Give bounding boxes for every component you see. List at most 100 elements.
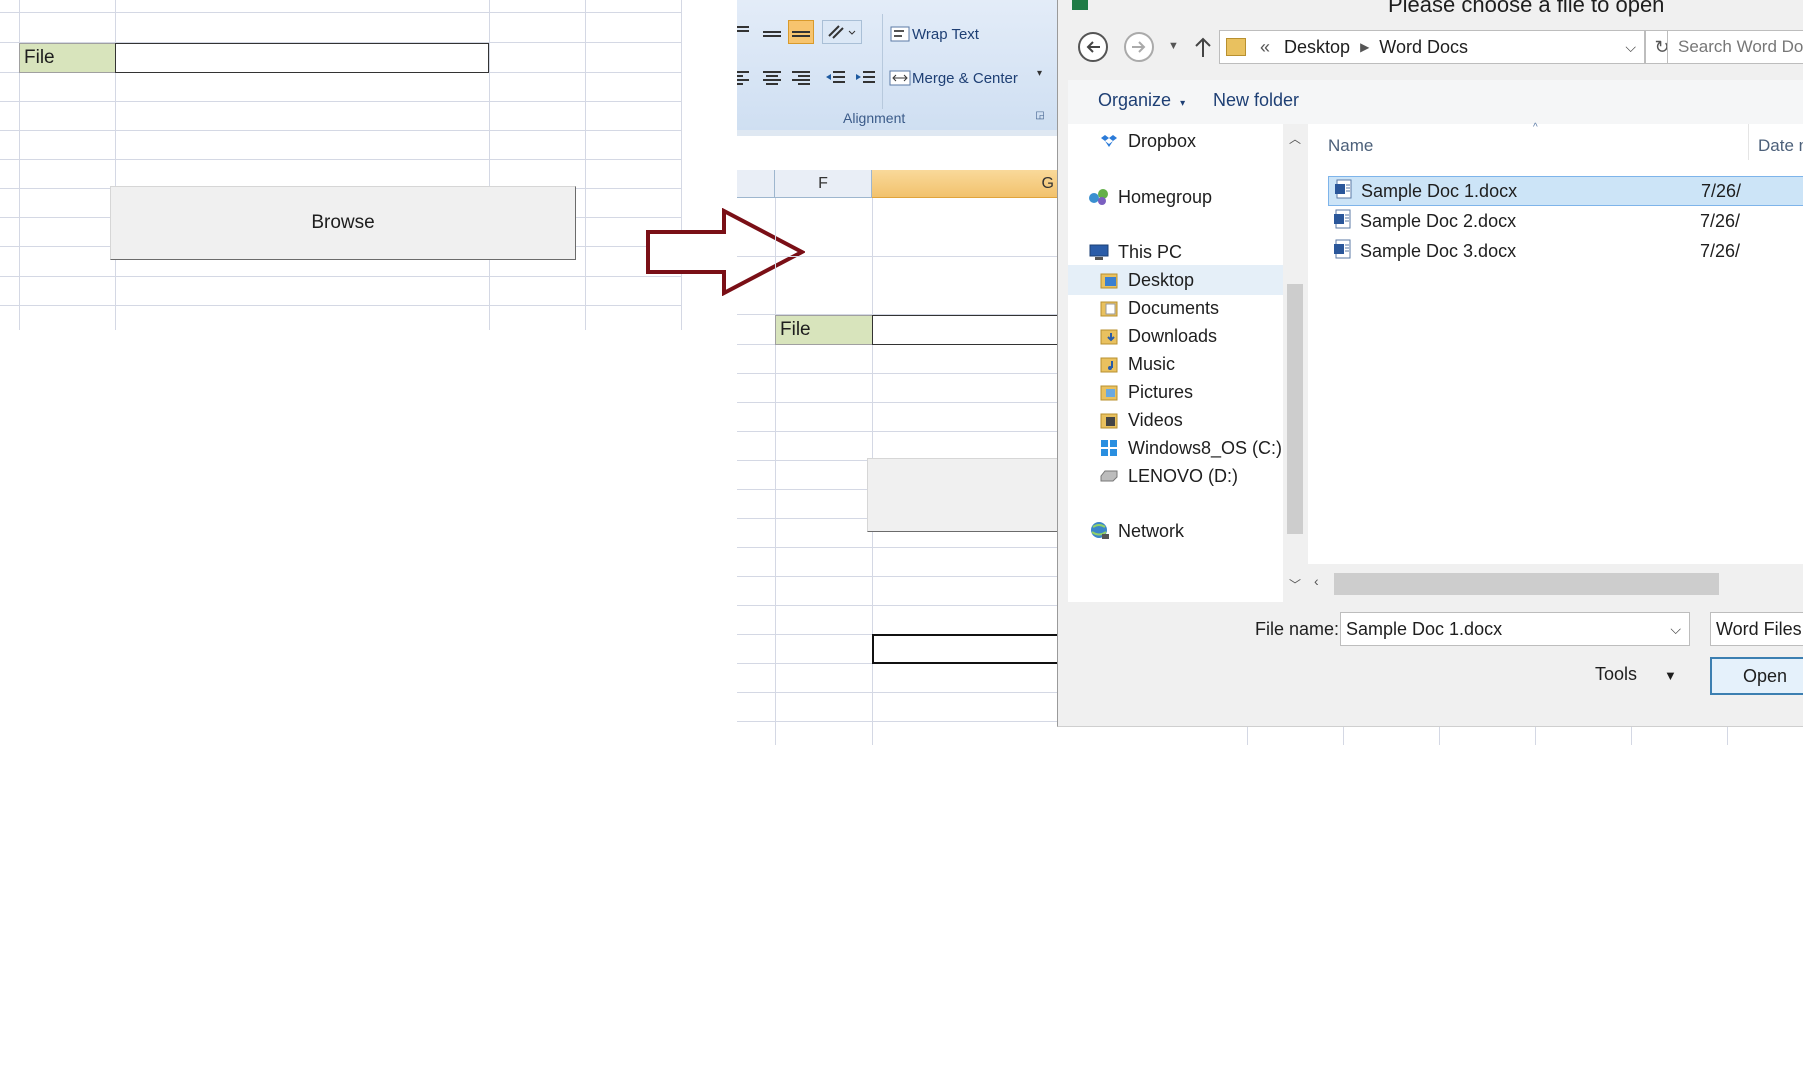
gridline [0, 276, 681, 277]
align-top-button[interactable] [737, 20, 753, 44]
nav-item-pictures[interactable]: Pictures [1098, 377, 1193, 407]
scroll-up-icon[interactable]: ︿ [1289, 130, 1301, 147]
desktop-folder-icon [1098, 270, 1120, 290]
file-name-label: File name: [1255, 619, 1340, 639]
nav-item-documents[interactable]: Documents [1098, 293, 1219, 323]
excel-window: Wrap Text Merge & Center ▾ Alignment ◲ F… [737, 0, 1057, 745]
videos-folder-icon [1098, 410, 1120, 430]
nav-item-videos[interactable]: Videos [1098, 405, 1183, 435]
nav-item-network[interactable]: Network [1088, 516, 1184, 546]
wrap-text-button[interactable]: Wrap Text [912, 26, 979, 43]
nav-item-lenovo[interactable]: LENOVO (D:) [1098, 461, 1238, 491]
align-center-button[interactable] [759, 66, 785, 90]
file-row[interactable]: Sample Doc 1.docx 7/26/ [1328, 176, 1803, 206]
file-label-cell: File [775, 315, 873, 345]
file-name-input[interactable]: Sample Doc 1.docx ⌵ [1340, 612, 1690, 646]
breadcrumb-overflow[interactable]: « [1260, 37, 1270, 58]
merge-center-button[interactable]: Merge & Center [912, 70, 1018, 87]
file-name: Sample Doc 3.docx [1360, 240, 1517, 261]
column-header-e[interactable] [737, 170, 775, 198]
breadcrumb-word-docs[interactable]: Word Docs [1379, 37, 1468, 58]
active-cell[interactable] [872, 634, 1057, 664]
nav-label: Desktop [1128, 269, 1195, 290]
tools-dropdown-icon: ▼ [1664, 668, 1677, 683]
navigation-pane: Dropbox Homegroup This PC Desktop Docume… [1068, 124, 1283, 602]
documents-folder-icon [1098, 298, 1120, 318]
nav-scrollbar[interactable]: ︿ ﹀ [1283, 124, 1307, 602]
tools-button[interactable]: Tools ▼ [1595, 664, 1677, 685]
decrease-indent-button[interactable] [822, 66, 848, 90]
nav-item-dropbox[interactable]: Dropbox [1098, 126, 1196, 156]
sort-ascending-icon: ^ [1533, 122, 1538, 133]
column-header-g[interactable]: G [872, 170, 1057, 198]
nav-item-this-pc[interactable]: This PC [1088, 237, 1182, 267]
search-input[interactable]: Search Word Docs [1667, 30, 1803, 64]
file-row[interactable]: Sample Doc 3.docx 7/26/ [1328, 236, 1803, 266]
file-date: 7/26/ [1701, 180, 1742, 201]
nav-item-homegroup[interactable]: Homegroup [1088, 182, 1212, 212]
gridline [0, 101, 681, 102]
breadcrumb-separator-icon[interactable]: ▶ [1360, 40, 1369, 54]
new-folder-button[interactable]: New folder [1213, 90, 1299, 111]
align-middle-button[interactable] [759, 22, 785, 46]
scroll-down-icon[interactable]: ﹀ [1289, 576, 1301, 593]
scroll-left-icon[interactable]: ‹ [1314, 573, 1319, 589]
command-bar: Organize ▾ New folder [1068, 80, 1803, 124]
folder-icon [1226, 38, 1246, 56]
dialog-title: Please choose a file to open [1388, 0, 1665, 17]
organize-label: Organize [1098, 90, 1172, 110]
merge-center-icon [887, 66, 913, 90]
back-arrow-icon [1086, 41, 1100, 53]
nav-item-downloads[interactable]: Downloads [1098, 321, 1217, 351]
column-header-name[interactable]: Name [1328, 136, 1373, 156]
file-list-hscrollbar[interactable]: ‹ [1308, 564, 1803, 602]
increase-indent-button[interactable] [852, 66, 878, 90]
address-dropdown-icon[interactable]: ⌵ [1625, 39, 1636, 56]
file-name-dropdown-icon[interactable]: ⌵ [1670, 621, 1681, 638]
browse-button[interactable]: Browse [110, 186, 576, 260]
up-button[interactable] [1194, 36, 1212, 63]
nav-item-desktop[interactable]: Desktop [1068, 265, 1283, 295]
gridline [585, 0, 586, 330]
nav-label: Videos [1128, 409, 1183, 430]
dialog-launcher-icon[interactable]: ◲ [1033, 108, 1047, 122]
nav-label: Downloads [1128, 325, 1218, 346]
nav-label: Dropbox [1128, 130, 1197, 151]
file-row[interactable]: Sample Doc 2.docx 7/26/ [1328, 206, 1803, 236]
column-header-f[interactable]: F [775, 170, 872, 198]
file-path-cell[interactable] [872, 315, 1057, 345]
nav-item-music[interactable]: Music [1098, 349, 1175, 379]
forward-button[interactable] [1124, 32, 1154, 62]
recent-locations-icon[interactable]: ▼ [1168, 40, 1179, 52]
scroll-thumb[interactable] [1287, 284, 1303, 534]
align-right-button[interactable] [788, 66, 814, 90]
nav-item-windows8-os[interactable]: Windows8_OS (C:) [1098, 433, 1282, 463]
drive-icon [1098, 466, 1120, 486]
nav-label: This PC [1118, 241, 1183, 262]
scroll-thumb[interactable] [1334, 573, 1719, 595]
nav-label: Pictures [1128, 381, 1194, 402]
wrap-text-icon [887, 22, 913, 46]
open-button[interactable]: Open [1710, 657, 1803, 695]
forward-arrow-icon [1132, 41, 1146, 53]
word-doc-icon [1334, 209, 1352, 234]
organize-button[interactable]: Organize ▾ [1098, 90, 1185, 111]
breadcrumb-desktop[interactable]: Desktop [1284, 37, 1350, 58]
music-folder-icon [1098, 354, 1120, 374]
gridline [0, 305, 681, 306]
merge-dropdown-icon[interactable]: ▾ [1037, 68, 1042, 79]
orientation-button[interactable] [822, 20, 862, 44]
homegroup-icon [1088, 187, 1110, 207]
address-bar[interactable]: « Desktop ▶ Word Docs ⌵ [1219, 30, 1645, 64]
align-bottom-button[interactable] [788, 20, 814, 44]
file-type-select[interactable]: Word Files *.docx [1710, 612, 1803, 646]
browse-button[interactable] [867, 458, 1057, 532]
excel-app-icon [1072, 0, 1088, 10]
word-doc-icon [1334, 239, 1352, 264]
file-path-cell[interactable] [115, 43, 489, 73]
column-header-date[interactable]: Date modified [1758, 136, 1803, 156]
nav-label: Documents [1128, 297, 1220, 318]
tools-label: Tools [1595, 664, 1638, 684]
back-button[interactable] [1078, 32, 1108, 62]
align-left-button[interactable] [737, 66, 753, 90]
